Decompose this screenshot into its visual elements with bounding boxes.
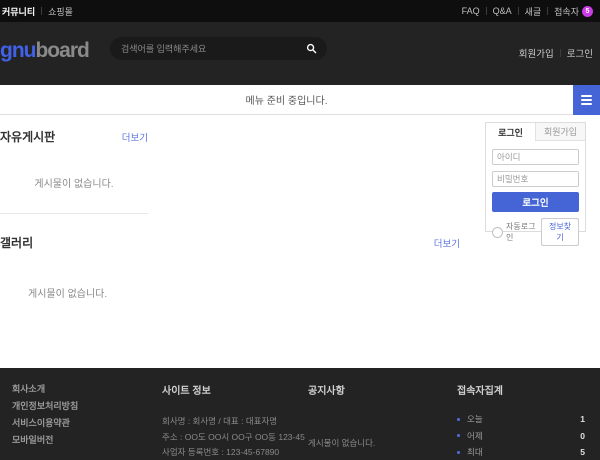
tab-register[interactable]: 회원가입 bbox=[535, 123, 585, 141]
visitor-stats-title: 접속자집계 bbox=[457, 382, 585, 397]
search-icon bbox=[306, 43, 317, 54]
site-footer: 회사소개 개인정보처리방침 서비스이용약관 모바일버전 사이트 정보 회사명 :… bbox=[0, 368, 600, 460]
divider bbox=[41, 7, 42, 15]
divider bbox=[486, 7, 487, 15]
divider bbox=[547, 7, 548, 15]
footer-site-info: 사이트 정보 회사명 : 회사명 / 대표 : 대표자명 주소 : OO도 OO… bbox=[162, 382, 307, 460]
visitor-stat-row: 오늘 1 bbox=[457, 413, 585, 425]
logo-text-gnu: gnu bbox=[0, 39, 35, 62]
footer-visitor-stats: 접속자집계 오늘 1 어제 0 최대 5 bbox=[457, 382, 585, 460]
site-header: gnuboard 회원가입 로그인 bbox=[0, 22, 600, 85]
divider bbox=[518, 7, 519, 15]
search-input[interactable] bbox=[121, 44, 304, 54]
topbar-link-shop[interactable]: 쇼핑몰 bbox=[48, 5, 73, 18]
footer-link-privacy[interactable]: 개인정보처리방침 bbox=[12, 399, 78, 412]
page: 커뮤니티 쇼핑몰 FAQ Q&A 새글 접속자 5 gnuboard bbox=[0, 0, 600, 460]
login-id-field[interactable] bbox=[492, 149, 579, 165]
logo-text-board: board bbox=[35, 39, 88, 62]
topbar-link-new-posts[interactable]: 새글 bbox=[525, 5, 542, 18]
free-board-header: 자유게시판 더보기 bbox=[0, 128, 148, 145]
search-bar bbox=[110, 37, 327, 60]
menu-placeholder-text: 메뉴 준비 중입니다. bbox=[0, 92, 573, 107]
login-options-row: 자동로그인 정보찾기 bbox=[492, 218, 579, 246]
topbar-link-visitors[interactable]: 접속자 bbox=[554, 5, 579, 18]
stat-label: 오늘 bbox=[467, 413, 483, 425]
search-button[interactable] bbox=[304, 41, 319, 56]
login-panel: 로그인 회원가입 로그인 자동로그인 정보찾기 bbox=[485, 122, 586, 232]
stat-value: 0 bbox=[580, 431, 585, 441]
login-password-field[interactable] bbox=[492, 171, 579, 187]
login-link[interactable]: 로그인 bbox=[567, 46, 593, 60]
auto-login-label: 자동로그인 bbox=[506, 221, 541, 243]
tab-login[interactable]: 로그인 bbox=[486, 123, 535, 141]
hamburger-menu-button[interactable] bbox=[573, 85, 600, 115]
visitor-stat-row: 최대 5 bbox=[457, 446, 585, 458]
main-menu-bar: 메뉴 준비 중입니다. bbox=[0, 85, 600, 115]
top-utility-bar: 커뮤니티 쇼핑몰 FAQ Q&A 새글 접속자 5 bbox=[0, 0, 600, 22]
topbar-link-qna[interactable]: Q&A bbox=[493, 6, 512, 16]
site-info-line: 사업자 등록번호 : 123-45-67890 bbox=[162, 446, 307, 458]
footer-links-column: 회사소개 개인정보처리방침 서비스이용약관 모바일버전 bbox=[12, 382, 78, 446]
notice-title: 공지사항 bbox=[308, 382, 438, 397]
gallery-header: 갤러리 더보기 bbox=[0, 234, 460, 251]
footer-link-terms[interactable]: 서비스이용약관 bbox=[12, 416, 78, 429]
find-info-button[interactable]: 정보찾기 bbox=[541, 218, 579, 246]
bullet-icon bbox=[457, 434, 460, 437]
topbar-link-community[interactable]: 커뮤니티 bbox=[2, 5, 35, 18]
bullet-icon bbox=[457, 451, 460, 454]
auto-login-checkbox[interactable] bbox=[492, 227, 503, 238]
gallery-more-link[interactable]: 더보기 bbox=[434, 236, 460, 250]
login-submit-button[interactable]: 로그인 bbox=[492, 192, 579, 212]
footer-notice: 공지사항 게시물이 없습니다. bbox=[308, 382, 438, 449]
header-member-links: 회원가입 로그인 bbox=[519, 46, 593, 60]
footer-link-mobile[interactable]: 모바일버전 bbox=[12, 433, 78, 446]
site-logo[interactable]: gnuboard bbox=[0, 39, 89, 63]
free-board-empty-message: 게시물이 없습니다. bbox=[0, 175, 148, 190]
topbar-link-faq[interactable]: FAQ bbox=[462, 6, 480, 16]
free-board-title: 자유게시판 bbox=[0, 128, 55, 145]
stat-label: 최대 bbox=[467, 446, 483, 458]
site-info-lines: 회사명 : 회사명 / 대표 : 대표자명 주소 : OO도 OO시 OO구 O… bbox=[162, 415, 307, 460]
visitor-stat-row: 어제 0 bbox=[457, 430, 585, 442]
visitor-stats-rows: 오늘 1 어제 0 최대 5 전체 21 bbox=[457, 413, 585, 460]
notice-empty-message: 게시물이 없습니다. bbox=[308, 437, 438, 449]
free-board-widget: 자유게시판 더보기 게시물이 없습니다. bbox=[0, 115, 148, 214]
site-info-line: 회사명 : 회사명 / 대표 : 대표자명 bbox=[162, 415, 307, 427]
footer-link-company[interactable]: 회사소개 bbox=[12, 382, 78, 395]
visitor-count-badge: 5 bbox=[582, 6, 593, 17]
gallery-widget: 갤러리 더보기 게시물이 없습니다. bbox=[0, 234, 460, 300]
login-form: 로그인 자동로그인 정보찾기 bbox=[486, 141, 585, 246]
gallery-title: 갤러리 bbox=[0, 234, 33, 251]
register-link[interactable]: 회원가입 bbox=[519, 46, 554, 60]
stat-value: 5 bbox=[580, 447, 585, 457]
bullet-icon bbox=[457, 418, 460, 421]
login-tabs: 로그인 회원가입 bbox=[486, 123, 585, 141]
free-board-more-link[interactable]: 더보기 bbox=[122, 130, 148, 144]
stat-value: 1 bbox=[580, 414, 585, 424]
site-info-title: 사이트 정보 bbox=[162, 382, 307, 397]
gallery-empty-message: 게시물이 없습니다. bbox=[0, 285, 460, 300]
site-info-line: 주소 : OO도 OO시 OO구 OO동 123-45 bbox=[162, 431, 307, 443]
divider bbox=[560, 49, 561, 57]
stat-label: 어제 bbox=[467, 430, 483, 442]
